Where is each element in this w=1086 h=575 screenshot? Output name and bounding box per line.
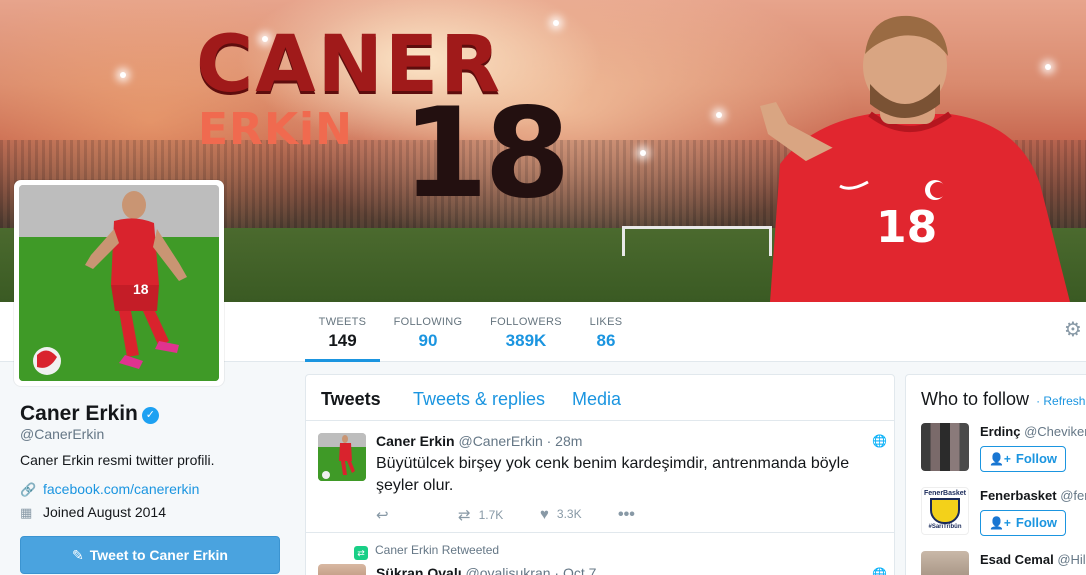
compose-icon: ✎	[72, 547, 84, 563]
reply-icon: ↩	[376, 507, 389, 524]
tweet-timestamp[interactable]: · 28m	[547, 433, 583, 449]
tab-tweets-and-replies[interactable]: Tweets & replies	[413, 389, 545, 410]
nav-followers-label: FOLLOWERS	[490, 316, 562, 328]
nav-following[interactable]: FOLLOWING 90	[390, 302, 466, 362]
fenerbasket-logo-text: FenerBasket	[923, 490, 967, 497]
profile-name: Caner Erkin	[20, 402, 138, 425]
retweet-icon: ⇄	[458, 507, 471, 524]
avatar-jersey-number: 18	[133, 281, 149, 297]
retweeted-label[interactable]: Caner Erkin Retweeted	[375, 543, 499, 557]
light-sparkle	[553, 20, 559, 26]
retweet-count: 1.7K	[478, 508, 504, 522]
nav-followers-count: 389K	[505, 331, 547, 350]
who-to-follow-title: Who to follow	[921, 389, 1030, 409]
reply-button[interactable]: ↩	[376, 506, 397, 524]
profile-avatar[interactable]: 18	[14, 180, 224, 386]
more-dots-icon: •••	[618, 506, 635, 523]
tweet-author-handle[interactable]: @CanerErkin	[458, 433, 542, 449]
retweet-button[interactable]: ⇄ 1.7K	[458, 506, 503, 524]
follow-label: Follow	[1015, 451, 1058, 466]
light-sparkle	[716, 112, 722, 118]
suggestion-name[interactable]: Esad Cemal	[980, 552, 1054, 567]
calendar-icon: ▦	[20, 505, 33, 520]
nav-tweets-count: 149	[328, 331, 357, 350]
profile-bio: Caner Erkin resmi twitter profili.	[20, 452, 215, 468]
tab-tweets[interactable]: Tweets	[321, 389, 381, 410]
heart-icon: ♥	[540, 506, 549, 523]
profile-name-row: Caner Erkin ✓	[20, 402, 159, 426]
suggestion-avatar[interactable]	[921, 551, 969, 575]
who-to-follow-module: Who to follow · Refresh Erdinç @Cheviker…	[905, 374, 1086, 575]
follow-button[interactable]: 👤+ Follow	[980, 446, 1066, 472]
tweet-author-avatar[interactable]	[318, 433, 366, 481]
more-options-button[interactable]: •••	[618, 506, 635, 524]
gear-icon[interactable]: ⚙	[1064, 320, 1084, 340]
nav-tweets-label: TWEETS	[318, 316, 367, 328]
tab-media[interactable]: Media	[572, 389, 621, 410]
follow-label: Follow	[1015, 515, 1058, 530]
nav-followers[interactable]: FOLLOWERS 389K	[486, 302, 566, 362]
add-user-icon: 👤+	[988, 516, 1011, 530]
banner-word-erkin: ERKiN	[198, 104, 353, 155]
banner-number: 18	[402, 82, 571, 226]
suggestion-name[interactable]: Fenerbasket	[980, 488, 1057, 503]
add-user-icon: 👤+	[988, 452, 1011, 466]
tweet-author-handle[interactable]: @ovalisukran	[465, 565, 550, 575]
avatar-player-illustration	[19, 185, 219, 381]
tweet-timestamp[interactable]: · Oct 7	[554, 565, 596, 575]
tweet-avatar-illustration	[318, 433, 366, 481]
profile-website-link[interactable]: facebook.com/canererkin	[43, 481, 199, 497]
tweet-timeline: Tweets Tweets & replies Media Caner Erki…	[305, 374, 895, 575]
tweet-item[interactable]: Caner Erkin @CanerErkin · 28m 🌐 Büyütülc…	[306, 421, 894, 533]
profile-website-row: 🔗 facebook.com/canererkin	[20, 481, 199, 498]
tweet-to-label: Tweet to Caner Erkin	[89, 547, 228, 563]
refresh-link[interactable]: · Refresh	[1036, 394, 1085, 408]
suggestion-name-row: Fenerbasket @fen	[980, 488, 1086, 503]
tweet-author-name[interactable]: Caner Erkin	[376, 433, 455, 449]
avatar-image: 18	[19, 185, 219, 381]
suggestion-handle[interactable]: @Hila	[1057, 552, 1086, 567]
fenerbasket-logo-icon	[930, 498, 960, 524]
retweeted-indicator: ⇄ Caner Erkin Retweeted	[354, 543, 499, 560]
tweet-text: Büyütülcek birşey yok cenk benim kardeşi…	[376, 455, 850, 494]
fenerbasket-tag-text: #SarıTribün	[928, 524, 962, 530]
like-button[interactable]: ♥ 3.3K	[540, 506, 582, 523]
banner-jersey-number: 18	[876, 202, 938, 253]
link-icon: 🔗	[20, 482, 37, 497]
light-sparkle	[640, 150, 646, 156]
globe-icon: 🌐	[872, 567, 887, 575]
suggestion-name-row: Esad Cemal @Hila	[980, 552, 1086, 567]
tweet-to-button[interactable]: ✎ Tweet to Caner Erkin	[20, 536, 280, 574]
profile-joined-date: Joined August 2014	[43, 504, 166, 520]
suggestion-handle[interactable]: @Cheviker	[1024, 424, 1086, 439]
nav-following-count: 90	[418, 331, 438, 350]
timeline-tabs: Tweets Tweets & replies Media	[306, 375, 894, 421]
light-sparkle	[120, 72, 126, 78]
suggestion-avatar[interactable]: FenerBasket #SarıTribün	[921, 487, 969, 535]
tweet-header: Şükran Ovalı @ovalisukran · Oct 7	[376, 565, 596, 575]
tweet-header: Caner Erkin @CanerErkin · 28m	[376, 433, 582, 449]
verified-badge-icon: ✓	[141, 407, 159, 424]
nav-likes[interactable]: LIKES 86	[584, 302, 628, 362]
retweet-indicator-icon: ⇄	[354, 546, 368, 560]
like-count: 3.3K	[556, 507, 582, 521]
globe-icon: 🌐	[872, 434, 887, 448]
who-to-follow-header: Who to follow · Refresh	[921, 389, 1085, 410]
nav-tweets[interactable]: TWEETS 149	[305, 302, 380, 362]
banner-player-illustration	[760, 15, 1070, 302]
nav-likes-label: LIKES	[589, 316, 623, 328]
profile-joined-row: ▦ Joined August 2014	[20, 504, 166, 521]
tweet-author-name[interactable]: Şükran Ovalı	[376, 565, 462, 575]
suggestion-avatar[interactable]	[921, 423, 969, 471]
tweet-author-avatar[interactable]	[318, 564, 366, 575]
suggestion-name[interactable]: Erdinç	[980, 424, 1020, 439]
suggestion-handle[interactable]: @fen	[1060, 488, 1086, 503]
profile-handle[interactable]: @CanerErkin	[20, 426, 104, 442]
suggestion-name-row: Erdinç @Cheviker	[980, 424, 1086, 439]
nav-following-label: FOLLOWING	[393, 316, 463, 328]
follow-button[interactable]: 👤+ Follow	[980, 510, 1066, 536]
nav-likes-count: 86	[596, 331, 616, 350]
